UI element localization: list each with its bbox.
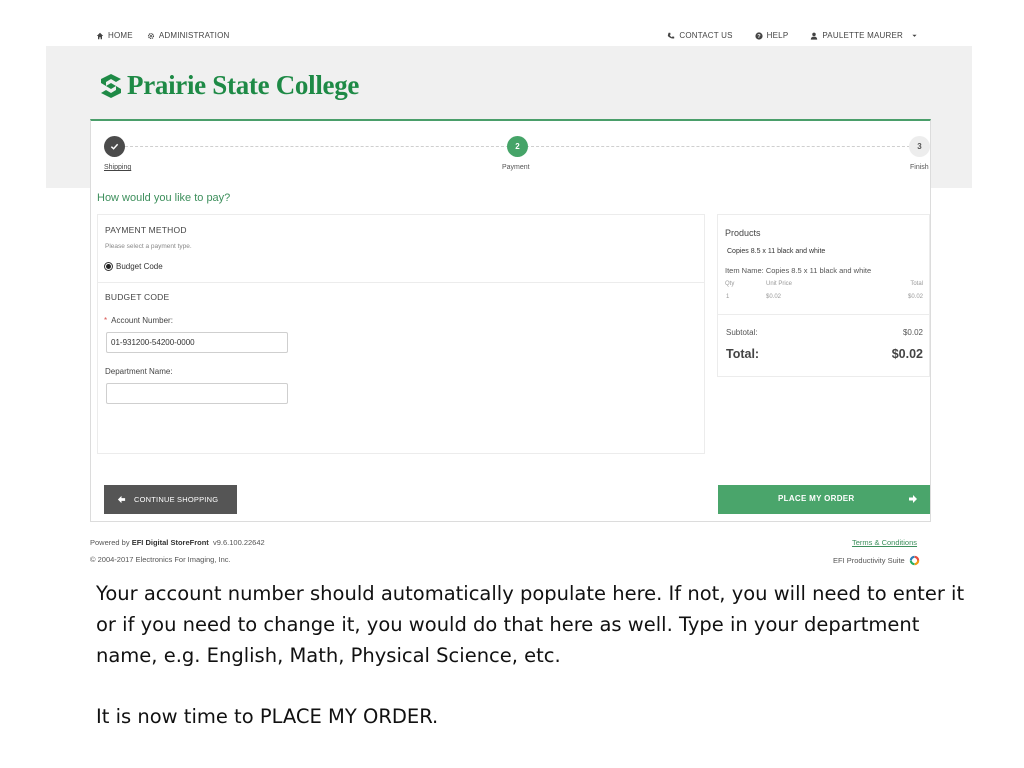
college-logo-icon: [101, 73, 121, 98]
checkmark-icon: [110, 143, 119, 150]
budget-code-title: BUDGET CODE: [105, 292, 170, 302]
step-payment-number: 2: [515, 142, 520, 151]
payment-method-hint: Please select a payment type.: [105, 243, 192, 250]
step-shipping[interactable]: [104, 136, 125, 157]
nav-administration-label: ADMINISTRATION: [158, 31, 230, 40]
nav-help[interactable]: ? HELP: [755, 31, 789, 40]
unit-price-value: $0.02: [766, 294, 782, 300]
nav-user-label: PAULETTE MAURER: [822, 31, 903, 40]
productivity-suite[interactable]: EFI Productivity Suite: [833, 555, 920, 566]
total-label: Total:: [726, 347, 760, 361]
nav-contact-label: CONTACT US: [679, 31, 733, 40]
continue-shopping-button[interactable]: CONTINUE SHOPPING: [104, 485, 237, 514]
continue-shopping-label: CONTINUE SHOPPING: [134, 495, 219, 504]
radio-selected-dot: [106, 264, 111, 269]
brand-logo[interactable]: Prairie State College: [97, 70, 359, 101]
account-number-label: * Account Number:: [104, 316, 173, 325]
products-title: Products: [725, 228, 761, 238]
gear-icon: [147, 32, 154, 39]
nav-contact[interactable]: CONTACT US: [667, 31, 732, 40]
department-name-label: Department Name:: [105, 367, 173, 376]
account-number-label-text: Account Number:: [111, 316, 173, 325]
nav-home[interactable]: HOME: [96, 31, 133, 40]
qty-value: 1: [726, 294, 730, 300]
account-number-input[interactable]: [106, 332, 288, 353]
qty-header: Qty: [725, 281, 735, 287]
copyright: © 2004-2017 Electronics For Imaging, Inc…: [90, 555, 231, 564]
subtotal-label: Subtotal:: [726, 328, 758, 337]
caret-down-icon: [912, 34, 917, 37]
subtotal-value: $0.02: [902, 328, 923, 337]
budget-code-option-label: Budget Code: [116, 262, 163, 271]
instruction-caption-final: It is now time to PLACE MY ORDER.: [96, 705, 439, 728]
total-header: Total: [910, 281, 923, 287]
terms-link[interactable]: Terms & Conditions: [852, 538, 917, 547]
nav-home-label: HOME: [108, 31, 133, 40]
svg-text:?: ?: [757, 34, 761, 40]
phone-icon: [668, 32, 675, 39]
step-finish: 3: [909, 136, 930, 157]
arrow-right-icon: [909, 495, 917, 503]
department-name-input[interactable]: [106, 383, 288, 404]
version: v9.6.100.22642: [212, 538, 265, 547]
step-payment: 2: [507, 136, 528, 157]
suite-label: EFI Productivity Suite: [833, 556, 905, 565]
help-icon: ?: [755, 31, 763, 40]
nav-administration[interactable]: ADMINISTRATION: [147, 31, 230, 40]
payment-method-title: PAYMENT METHOD: [105, 225, 187, 235]
powered-by: Powered by EFI Digital StoreFront v9.6.1…: [90, 538, 265, 547]
efi-ring-icon: [909, 555, 919, 566]
line-total-value: $0.02: [907, 294, 923, 300]
total-value: $0.02: [891, 347, 923, 361]
place-order-label: PLACE MY ORDER: [778, 494, 855, 503]
brand-wordmark: Prairie State College: [127, 70, 360, 100]
powered-name: EFI Digital StoreFront: [131, 538, 209, 547]
budget-code-option[interactable]: Budget Code: [104, 262, 163, 271]
step-payment-label: Payment: [502, 164, 530, 171]
unit-price-header: Unit Price: [766, 281, 793, 287]
top-nav: HOME ADMINISTRATION CONTACT US ? HELP PA…: [46, 26, 972, 46]
step-finish-label: Finish: [910, 164, 929, 171]
step-finish-number: 3: [917, 142, 922, 151]
nav-user-menu[interactable]: PAULETTE MAURER: [810, 31, 918, 40]
place-order-button[interactable]: PLACE MY ORDER: [718, 485, 930, 514]
nav-help-label: HELP: [766, 31, 789, 40]
required-marker: *: [104, 316, 108, 325]
powered-prefix: Powered by: [90, 538, 130, 547]
user-icon: [811, 32, 818, 40]
instruction-caption: Your account number should automatically…: [96, 582, 965, 667]
step-shipping-label[interactable]: Shipping: [104, 164, 131, 171]
arrow-left-icon: [117, 495, 126, 504]
product-name: Copies 8.5 x 11 black and white: [727, 248, 826, 255]
payment-question: How would you like to pay?: [97, 192, 231, 204]
home-icon: [96, 32, 104, 39]
item-name: Item Name: Copies 8.5 x 11 black and whi…: [725, 266, 872, 275]
budget-code-radio[interactable]: [104, 262, 113, 271]
payment-divider: [97, 282, 705, 283]
summary-divider: [717, 314, 930, 315]
